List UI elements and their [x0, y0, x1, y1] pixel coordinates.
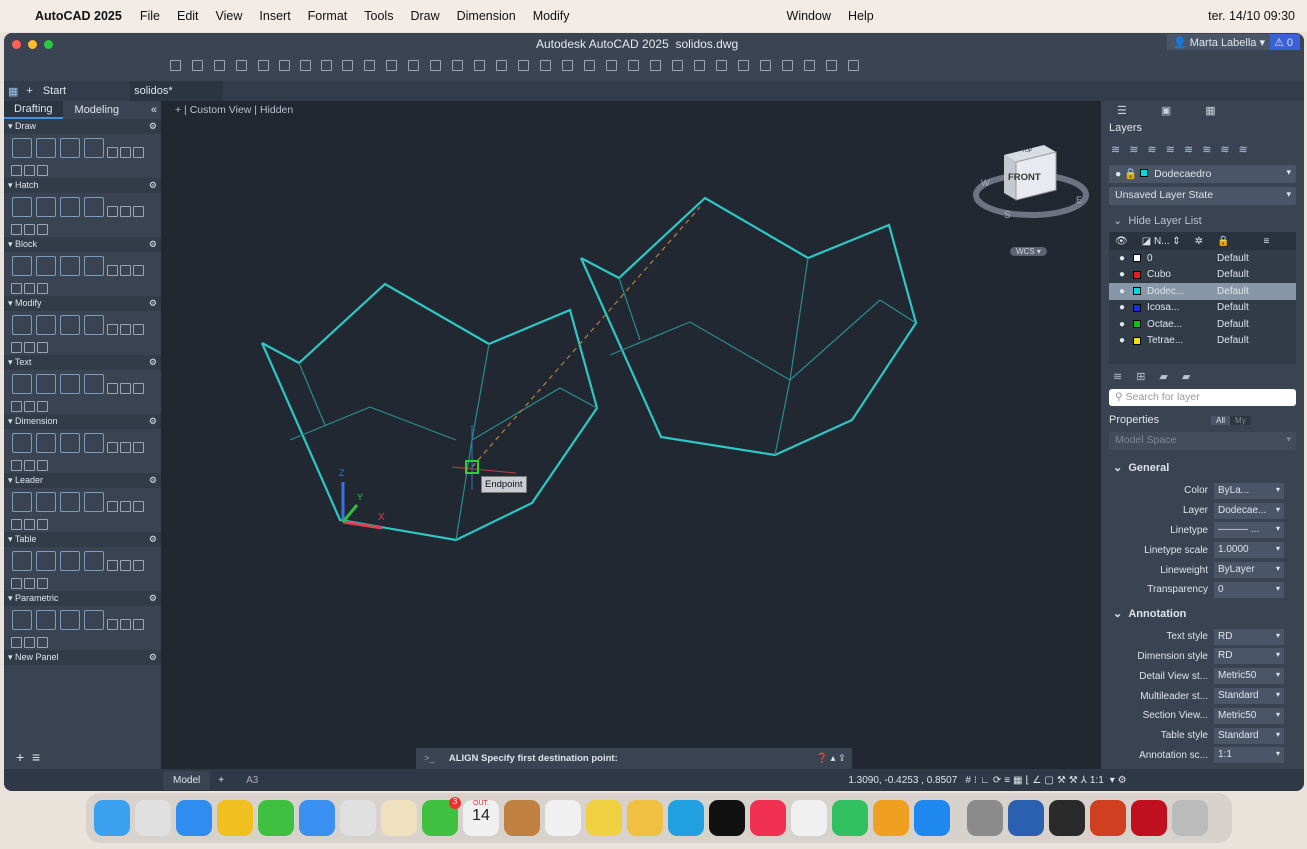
dock-app-icon[interactable]	[791, 800, 827, 836]
dock-app-icon[interactable]	[545, 800, 581, 836]
dock-app-icon[interactable]	[176, 800, 212, 836]
dock-app-icon[interactable]	[1049, 800, 1085, 836]
dock-app-icon[interactable]	[668, 800, 704, 836]
dock-app-icon[interactable]	[750, 800, 786, 836]
viewcube-top[interactable]: TOP	[1022, 148, 1032, 154]
dock-app-icon[interactable]	[967, 800, 1003, 836]
mac-dock: 3 OUT. 14	[86, 793, 1232, 843]
dock-app-icon[interactable]	[135, 800, 171, 836]
calendar-month: OUT.	[473, 800, 489, 807]
ucs-y-label: Y	[357, 492, 364, 502]
dock-app-icon[interactable]	[586, 800, 622, 836]
dock-app-icon[interactable]	[94, 800, 130, 836]
dock-app-icon[interactable]	[832, 800, 868, 836]
crosshair-x	[451, 466, 517, 474]
osnap-tooltip: Endpoint	[481, 476, 527, 493]
compass-s[interactable]: S	[1004, 210, 1011, 221]
dock-app-icon[interactable]: OUT. 14	[463, 800, 499, 836]
compass-w[interactable]: W	[981, 178, 990, 188]
drawing-canvas	[260, 145, 1089, 542]
compass-e[interactable]: E	[1076, 195, 1082, 205]
dock-app-icon[interactable]	[504, 800, 540, 836]
viewcube-front[interactable]: FRONT	[1008, 172, 1041, 183]
dock-app-icon[interactable]	[217, 800, 253, 836]
dock-app-icon[interactable]: 3	[422, 797, 461, 836]
dock-app-icon[interactable]	[381, 800, 417, 836]
dock-app-icon[interactable]	[873, 800, 909, 836]
dodecahedron-left[interactable]	[260, 282, 599, 542]
wcs-menu[interactable]: WCS ▾	[1010, 247, 1047, 256]
dock-app-icon[interactable]	[627, 800, 663, 836]
dock-app-icon[interactable]	[709, 800, 745, 836]
dock-app-icon[interactable]	[1172, 800, 1208, 836]
dodecahedron-right[interactable]	[579, 196, 918, 457]
calendar-day: 14	[472, 807, 490, 824]
notification-badge: 3	[449, 797, 461, 809]
dock-app-icon[interactable]	[914, 800, 950, 836]
ucs-x-label: X	[378, 512, 385, 523]
dock-app-icon[interactable]	[1131, 800, 1167, 836]
dock-app-icon[interactable]	[1008, 800, 1044, 836]
dock-app-icon[interactable]	[340, 800, 376, 836]
dock-app-icon[interactable]	[1090, 800, 1126, 836]
dock-app-icon[interactable]	[299, 800, 335, 836]
dock-app-icon[interactable]	[258, 800, 294, 836]
ucs-z-label: Z	[339, 468, 345, 478]
